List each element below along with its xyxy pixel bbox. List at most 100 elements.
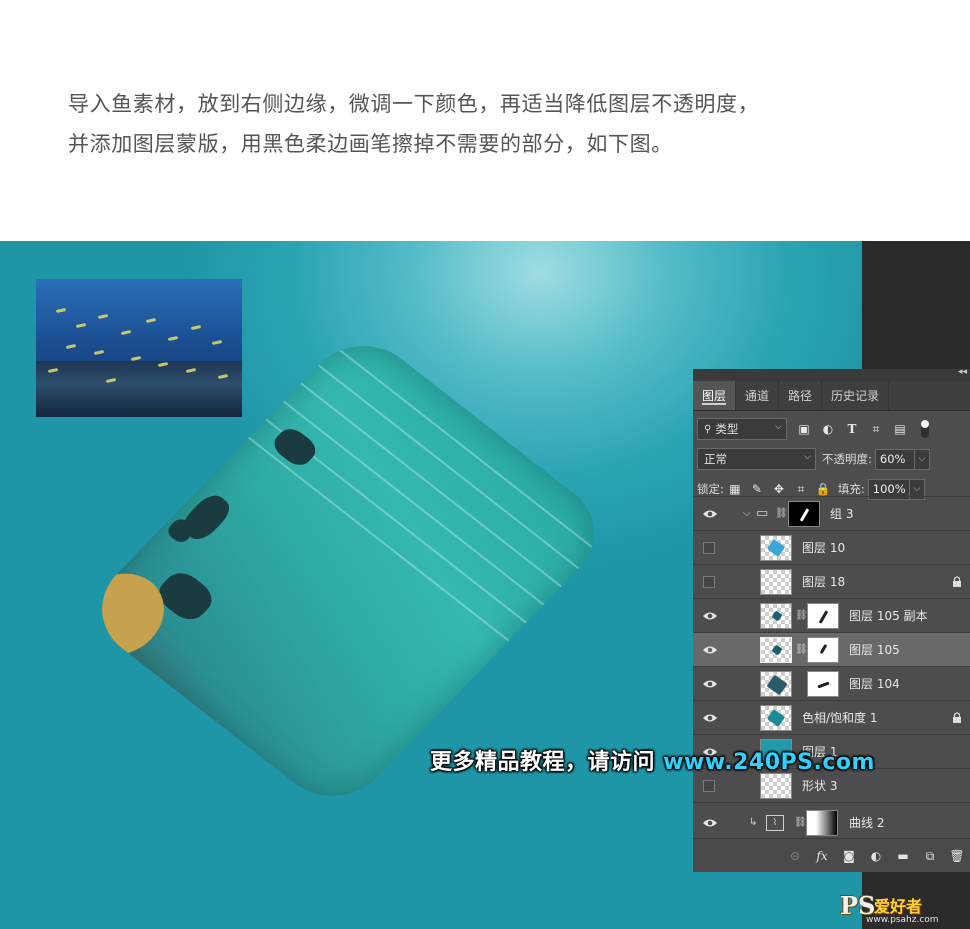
fill-label: 填充: xyxy=(837,482,865,496)
smart-object-thumbnail xyxy=(760,670,792,697)
lock-paint-icon[interactable]: ✎ xyxy=(750,482,764,496)
search-icon: ⚲ xyxy=(704,423,712,435)
layer-name: 图层 105 副本 xyxy=(849,609,928,623)
canvas-scene: ◂◂ 图层 通道 路径 历史记录 ⚲ 类型 ⌵ ▣ ◐ T ⌗ ▤ 正常 ⌵ 不… xyxy=(0,241,970,929)
layer-row-layer-18[interactable]: 图层 18 xyxy=(693,564,970,598)
link-icon[interactable]: ⛓ xyxy=(775,508,788,519)
chevron-down-icon: ⌵ xyxy=(775,422,782,432)
layer-name: 组 3 xyxy=(830,507,854,521)
layer-row-layer-104[interactable]: 图层 104 xyxy=(693,666,970,700)
filter-toggle-icon[interactable] xyxy=(921,420,929,438)
layer-mask-thumbnail[interactable] xyxy=(807,636,839,663)
instruction-text: 导入鱼素材，放到右侧边缘，微调一下颜色，再适当降低图层不透明度， 并添加图层蒙版… xyxy=(68,84,948,164)
instruction-line-2: 并添加图层蒙版，用黑色柔边画笔擦掉不需要的部分，如下图。 xyxy=(68,132,673,156)
link-icon[interactable]: ⛓ xyxy=(795,610,808,621)
image-filter-icon[interactable]: ▣ xyxy=(797,422,811,436)
layer-mask-thumbnail[interactable] xyxy=(807,670,839,697)
promo-url[interactable]: www.240PS.com xyxy=(663,750,875,775)
lock-artboard-icon[interactable]: ⌗ xyxy=(794,482,808,496)
adjustment-layer-icon[interactable]: ◐ xyxy=(867,848,885,864)
eye-icon[interactable] xyxy=(702,678,718,690)
layer-list: ⌵ ▭ ⛓ 组 3 图层 10 图层 18 ⛓ 图层 105 副本 ⛓ 图层 1… xyxy=(693,496,970,842)
fx-icon[interactable]: fx xyxy=(813,848,831,864)
layer-row-hue-saturation-1[interactable]: 色相/饱和度 1 xyxy=(693,700,970,734)
type-filter-icon[interactable]: T xyxy=(845,422,859,436)
tab-history[interactable]: 历史记录 xyxy=(822,381,890,410)
add-mask-icon[interactable]: ◙ xyxy=(840,848,858,864)
lock-position-icon[interactable]: ✥ xyxy=(772,482,786,496)
layer-row-curves-2[interactable]: ↳ ⌇ ⛓ 曲线 2 xyxy=(693,802,970,842)
layer-thumbnail xyxy=(760,534,792,561)
clip-arrow-icon: ↳ xyxy=(749,817,758,828)
instruction-line-1: 导入鱼素材，放到右侧边缘，微调一下颜色，再适当降低图层不透明度， xyxy=(68,92,760,116)
tab-paths[interactable]: 路径 xyxy=(779,381,823,410)
fish-material-thumbnail xyxy=(36,279,242,417)
chevron-down-icon[interactable]: ⌵ xyxy=(743,508,751,519)
layer-row-layer-10[interactable]: 图层 10 xyxy=(693,530,970,564)
shape-filter-icon[interactable]: ⌗ xyxy=(869,422,883,436)
shape-thumbnail xyxy=(760,772,792,799)
promo-banner: 更多精品教程，请访问 www.240PS.com xyxy=(430,744,875,776)
filter-row: ⚲ 类型 ⌵ ▣ ◐ T ⌗ ▤ xyxy=(693,414,970,444)
layer-thumbnail xyxy=(760,568,792,595)
promo-text: 更多精品教程，请访问 xyxy=(430,750,664,775)
layer-name: 图层 104 xyxy=(849,677,900,691)
gradient-mask-thumbnail[interactable] xyxy=(806,809,838,836)
layer-name: 形状 3 xyxy=(802,779,838,793)
link-icon[interactable]: ⛓ xyxy=(795,644,808,655)
layer-mask-thumbnail[interactable] xyxy=(807,602,839,629)
tab-channels[interactable]: 通道 xyxy=(736,381,780,410)
lock-icon xyxy=(953,711,961,723)
lock-label: 锁定: xyxy=(697,482,724,496)
filter-kind-value: 类型 xyxy=(715,422,739,436)
layer-thumbnail xyxy=(760,602,792,629)
adjustment-filter-icon[interactable]: ◐ xyxy=(821,422,835,436)
lock-all-icon[interactable]: 🔒 xyxy=(816,482,831,496)
visibility-off-box[interactable] xyxy=(703,575,715,588)
watermark-url: www.psahz.com xyxy=(866,915,939,925)
layer-thumbnail xyxy=(760,636,792,663)
tab-layers[interactable]: 图层 xyxy=(693,381,737,410)
lock-icon xyxy=(953,575,961,587)
layer-row-layer-105-copy[interactable]: ⛓ 图层 105 副本 xyxy=(693,598,970,632)
opacity-input[interactable]: 60% xyxy=(874,448,915,470)
delete-layer-icon[interactable]: 🗑 xyxy=(948,848,966,864)
beach-sand xyxy=(78,557,183,672)
blend-mode-select[interactable]: 正常 ⌵ xyxy=(697,448,816,470)
visibility-off-box[interactable] xyxy=(703,779,715,792)
eye-icon[interactable] xyxy=(702,644,718,656)
new-layer-icon[interactable]: ⧉ xyxy=(921,848,939,864)
filter-kind-select[interactable]: ⚲ 类型 ⌵ xyxy=(697,418,787,440)
panel-tabs: 图层 通道 路径 历史记录 xyxy=(693,381,970,411)
collapse-panel-icon[interactable]: ◂◂ xyxy=(958,367,967,377)
watermark-logo: PS 爱好者 www.psahz.com xyxy=(840,891,965,927)
folder-icon: ▭ xyxy=(756,506,769,521)
layer-name: 图层 10 xyxy=(802,541,846,555)
smartobject-filter-icon[interactable]: ▤ xyxy=(893,422,907,436)
layer-row-layer-105[interactable]: ⛓ 图层 105 xyxy=(693,632,970,666)
blend-mode-value: 正常 xyxy=(704,452,727,466)
eye-icon[interactable] xyxy=(702,508,718,520)
visibility-off-box[interactable] xyxy=(703,541,715,554)
layer-name: 色相/饱和度 1 xyxy=(802,711,878,725)
link-layers-icon[interactable]: ⊝ xyxy=(786,848,804,864)
watermark-cn: 爱好者 xyxy=(874,897,923,916)
eye-icon[interactable] xyxy=(702,610,718,622)
layer-name: 图层 18 xyxy=(802,575,846,589)
eye-icon[interactable] xyxy=(702,817,718,829)
chevron-down-icon: ⌵ xyxy=(804,452,811,462)
layer-name: 图层 105 xyxy=(849,643,900,657)
panel-bottom-toolbar: ⊝ fx ◙ ◐ ▬ ⧉ 🗑 xyxy=(693,838,970,872)
lock-transparent-icon[interactable]: ▦ xyxy=(728,482,742,496)
blend-row: 正常 ⌵ 不透明度: 60% ⌵ xyxy=(693,444,970,474)
eye-icon[interactable] xyxy=(702,712,718,724)
curves-adjustment-icon: ⌇ xyxy=(766,814,784,831)
layer-thumbnail xyxy=(760,704,792,731)
new-group-icon[interactable]: ▬ xyxy=(894,848,912,864)
link-icon[interactable]: ⛓ xyxy=(794,817,807,828)
layers-panel: ◂◂ 图层 通道 路径 历史记录 ⚲ 类型 ⌵ ▣ ◐ T ⌗ ▤ 正常 ⌵ 不… xyxy=(693,367,970,872)
group-mask-thumbnail[interactable] xyxy=(788,500,820,527)
opacity-label: 不透明度: xyxy=(822,452,872,466)
layer-row-group-3[interactable]: ⌵ ▭ ⛓ 组 3 xyxy=(693,496,970,530)
opacity-dropdown[interactable]: ⌵ xyxy=(914,448,930,470)
